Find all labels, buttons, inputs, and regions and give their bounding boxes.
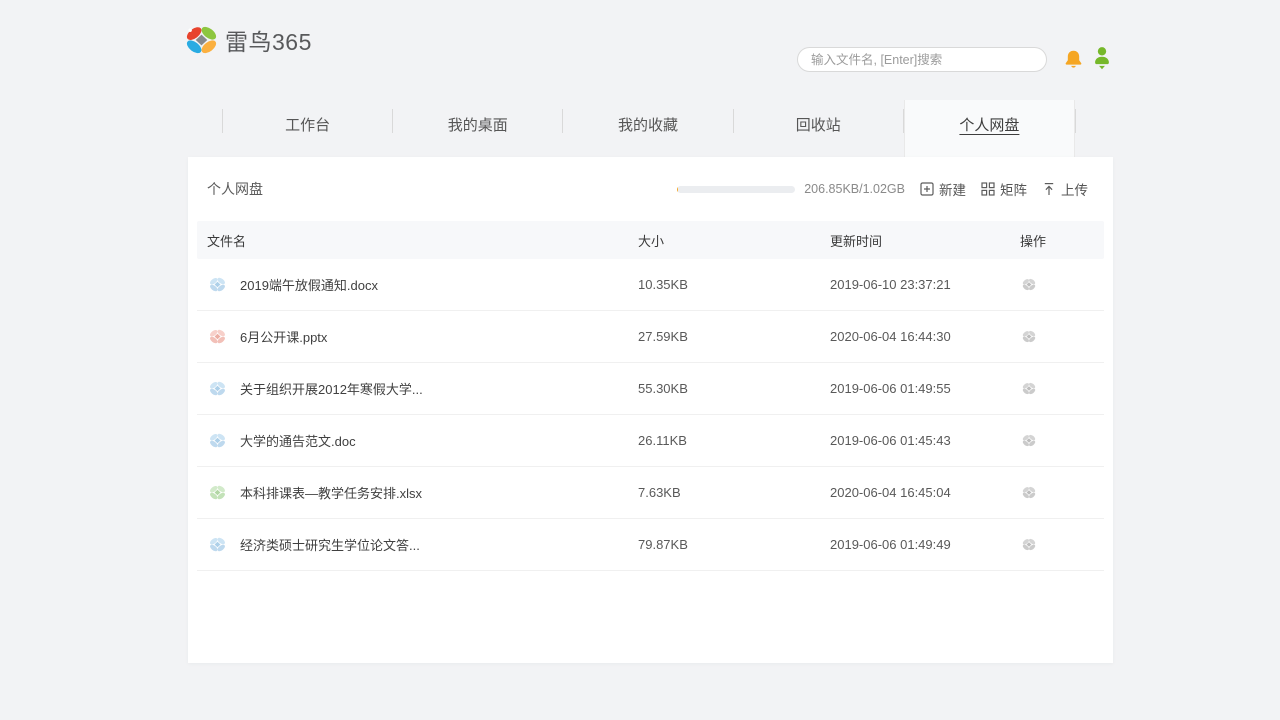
- file-row[interactable]: 经济类硕士研究生学位论文答... 79.87KB 2019-06-06 01:4…: [197, 519, 1104, 571]
- file-size: 79.87KB: [638, 537, 830, 552]
- file-updated-time: 2019-06-06 01:49:55: [830, 381, 1020, 396]
- file-name[interactable]: 6月公开课.pptx: [240, 327, 327, 346]
- tab-workbench[interactable]: 工作台: [223, 100, 392, 157]
- search-box: [797, 47, 1047, 72]
- row-actions-pinwheel-icon[interactable]: [1020, 276, 1038, 293]
- file-size: 27.59KB: [638, 329, 830, 344]
- file-name[interactable]: 经济类硕士研究生学位论文答...: [240, 535, 420, 554]
- new-button-label: 新建: [939, 179, 966, 199]
- personal-drive-panel: 个人网盘 206.85KB/1.02GB 新建: [188, 157, 1113, 663]
- file-type-icon: [209, 433, 226, 448]
- file-table: 文件名 大小 更新时间 操作 2019端午放假通知.docx 10.35KB 2…: [197, 221, 1104, 571]
- upload-arrow-icon: [1042, 182, 1056, 196]
- bell-icon[interactable]: [1063, 49, 1084, 70]
- tab-my-desktop[interactable]: 我的桌面: [393, 100, 562, 157]
- storage-usage-bar: [677, 186, 795, 193]
- storage-usage-text: 206.85KB/1.02GB: [804, 182, 905, 196]
- grid-matrix-icon: [981, 182, 995, 196]
- file-row[interactable]: 本科排课表—教学任务安排.xlsx 7.63KB 2020-06-04 16:4…: [197, 467, 1104, 519]
- nav-divider: [1075, 109, 1076, 133]
- file-name[interactable]: 关于组织开展2012年寒假大学...: [240, 379, 423, 398]
- file-table-header: 文件名 大小 更新时间 操作: [197, 221, 1104, 259]
- file-updated-time: 2020-06-04 16:44:30: [830, 329, 1020, 344]
- file-updated-time: 2019-06-06 01:45:43: [830, 433, 1020, 448]
- column-header-actions: 操作: [1020, 231, 1104, 250]
- file-table-body: 2019端午放假通知.docx 10.35KB 2019-06-10 23:37…: [197, 259, 1104, 571]
- tab-personal-drive[interactable]: 个人网盘: [904, 100, 1075, 157]
- search-input[interactable]: [797, 47, 1047, 72]
- brand-name: 雷鸟365: [225, 23, 312, 57]
- row-actions-pinwheel-icon[interactable]: [1020, 380, 1038, 397]
- matrix-button-label: 矩阵: [1000, 179, 1027, 199]
- file-name[interactable]: 本科排课表—教学任务安排.xlsx: [240, 483, 422, 502]
- file-updated-time: 2020-06-04 16:45:04: [830, 485, 1020, 500]
- row-actions-pinwheel-icon[interactable]: [1020, 432, 1038, 449]
- brand-logo[interactable]: 雷鸟365: [185, 23, 312, 57]
- file-row[interactable]: 2019端午放假通知.docx 10.35KB 2019-06-10 23:37…: [197, 259, 1104, 311]
- column-header-updated: 更新时间: [830, 231, 1020, 250]
- upload-button-label: 上传: [1061, 179, 1088, 199]
- pinwheel-logo-icon: [185, 25, 218, 55]
- row-actions-pinwheel-icon[interactable]: [1020, 536, 1038, 553]
- main-nav: 工作台 我的桌面 我的收藏 回收站 个人网盘: [222, 100, 1076, 157]
- new-button[interactable]: 新建: [920, 179, 966, 199]
- page-title: 个人网盘: [207, 179, 263, 199]
- file-name[interactable]: 2019端午放假通知.docx: [240, 275, 378, 294]
- file-type-icon: [209, 277, 226, 292]
- file-type-icon: [209, 537, 226, 552]
- plus-square-icon: [920, 182, 934, 196]
- file-row[interactable]: 大学的通告范文.doc 26.11KB 2019-06-06 01:45:43: [197, 415, 1104, 467]
- user-profile-icon[interactable]: [1092, 46, 1112, 70]
- storage-usage-fill: [677, 186, 678, 193]
- panel-header: 个人网盘 206.85KB/1.02GB 新建: [188, 157, 1113, 221]
- tab-recycle-bin[interactable]: 回收站: [734, 100, 903, 157]
- file-updated-time: 2019-06-06 01:49:49: [830, 537, 1020, 552]
- file-type-icon: [209, 485, 226, 500]
- file-size: 55.30KB: [638, 381, 830, 396]
- file-name[interactable]: 大学的通告范文.doc: [240, 431, 356, 450]
- file-size: 7.63KB: [638, 485, 830, 500]
- file-row[interactable]: 6月公开课.pptx 27.59KB 2020-06-04 16:44:30: [197, 311, 1104, 363]
- file-size: 26.11KB: [638, 433, 830, 448]
- file-type-icon: [209, 381, 226, 396]
- row-actions-pinwheel-icon[interactable]: [1020, 328, 1038, 345]
- file-size: 10.35KB: [638, 277, 830, 292]
- file-type-icon: [209, 329, 226, 344]
- matrix-button[interactable]: 矩阵: [981, 179, 1027, 199]
- file-row[interactable]: 关于组织开展2012年寒假大学... 55.30KB 2019-06-06 01…: [197, 363, 1104, 415]
- row-actions-pinwheel-icon[interactable]: [1020, 484, 1038, 501]
- column-header-filename: 文件名: [197, 231, 638, 250]
- upload-button[interactable]: 上传: [1042, 179, 1088, 199]
- column-header-size: 大小: [638, 231, 830, 250]
- file-updated-time: 2019-06-10 23:37:21: [830, 277, 1020, 292]
- tab-my-favorites[interactable]: 我的收藏: [563, 100, 732, 157]
